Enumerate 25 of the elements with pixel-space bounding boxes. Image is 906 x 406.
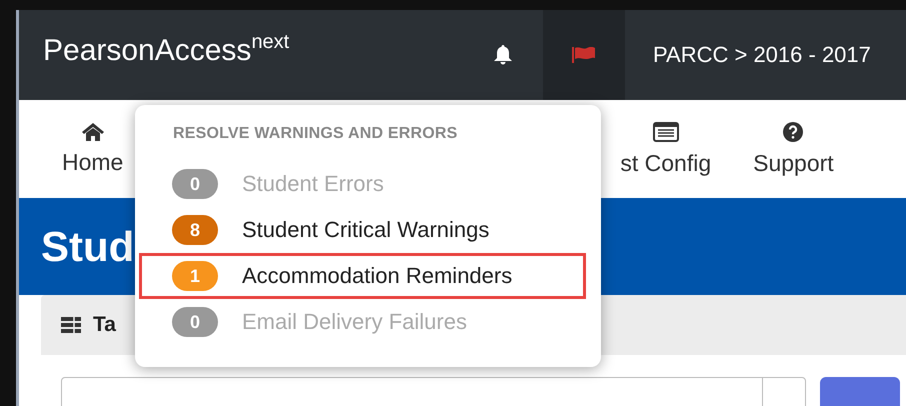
bell-icon[interactable] — [494, 45, 512, 65]
item-label: Email Delivery Failures — [242, 309, 467, 335]
dropdown-item[interactable]: 1 Accommodation Reminders — [139, 253, 586, 299]
tasks-icon — [61, 317, 81, 333]
item-label: Accommodation Reminders — [242, 263, 512, 289]
nav-item[interactable]: Support — [753, 122, 834, 176]
nav-item[interactable]: Home — [62, 122, 124, 176]
dropdown-item[interactable]: 8 Student Critical Warnings — [139, 207, 586, 253]
count-badge: 0 — [172, 307, 218, 337]
panel-title: Ta — [93, 313, 116, 337]
item-label: Student Errors — [242, 171, 384, 197]
flag-tab[interactable] — [543, 10, 625, 100]
brand-logo[interactable]: PearsonAccess$^{next}$ — [43, 34, 463, 68]
help-icon — [783, 122, 804, 142]
nav-item[interactable]: st Config — [620, 122, 712, 176]
page-title: Stud — [41, 222, 134, 270]
dropdown-heading: RESOLVE WARNINGS AND ERRORS — [173, 125, 459, 144]
count-badge: 1 — [172, 261, 218, 291]
count-badge: 0 — [172, 169, 218, 199]
list-icon — [652, 122, 679, 142]
count-badge: 8 — [172, 215, 218, 245]
breadcrumb[interactable]: PARCC > 2016 - 2017 — [653, 42, 871, 68]
flag-icon — [572, 47, 596, 63]
home-icon — [82, 122, 104, 140]
item-label: Student Critical Warnings — [242, 217, 490, 243]
